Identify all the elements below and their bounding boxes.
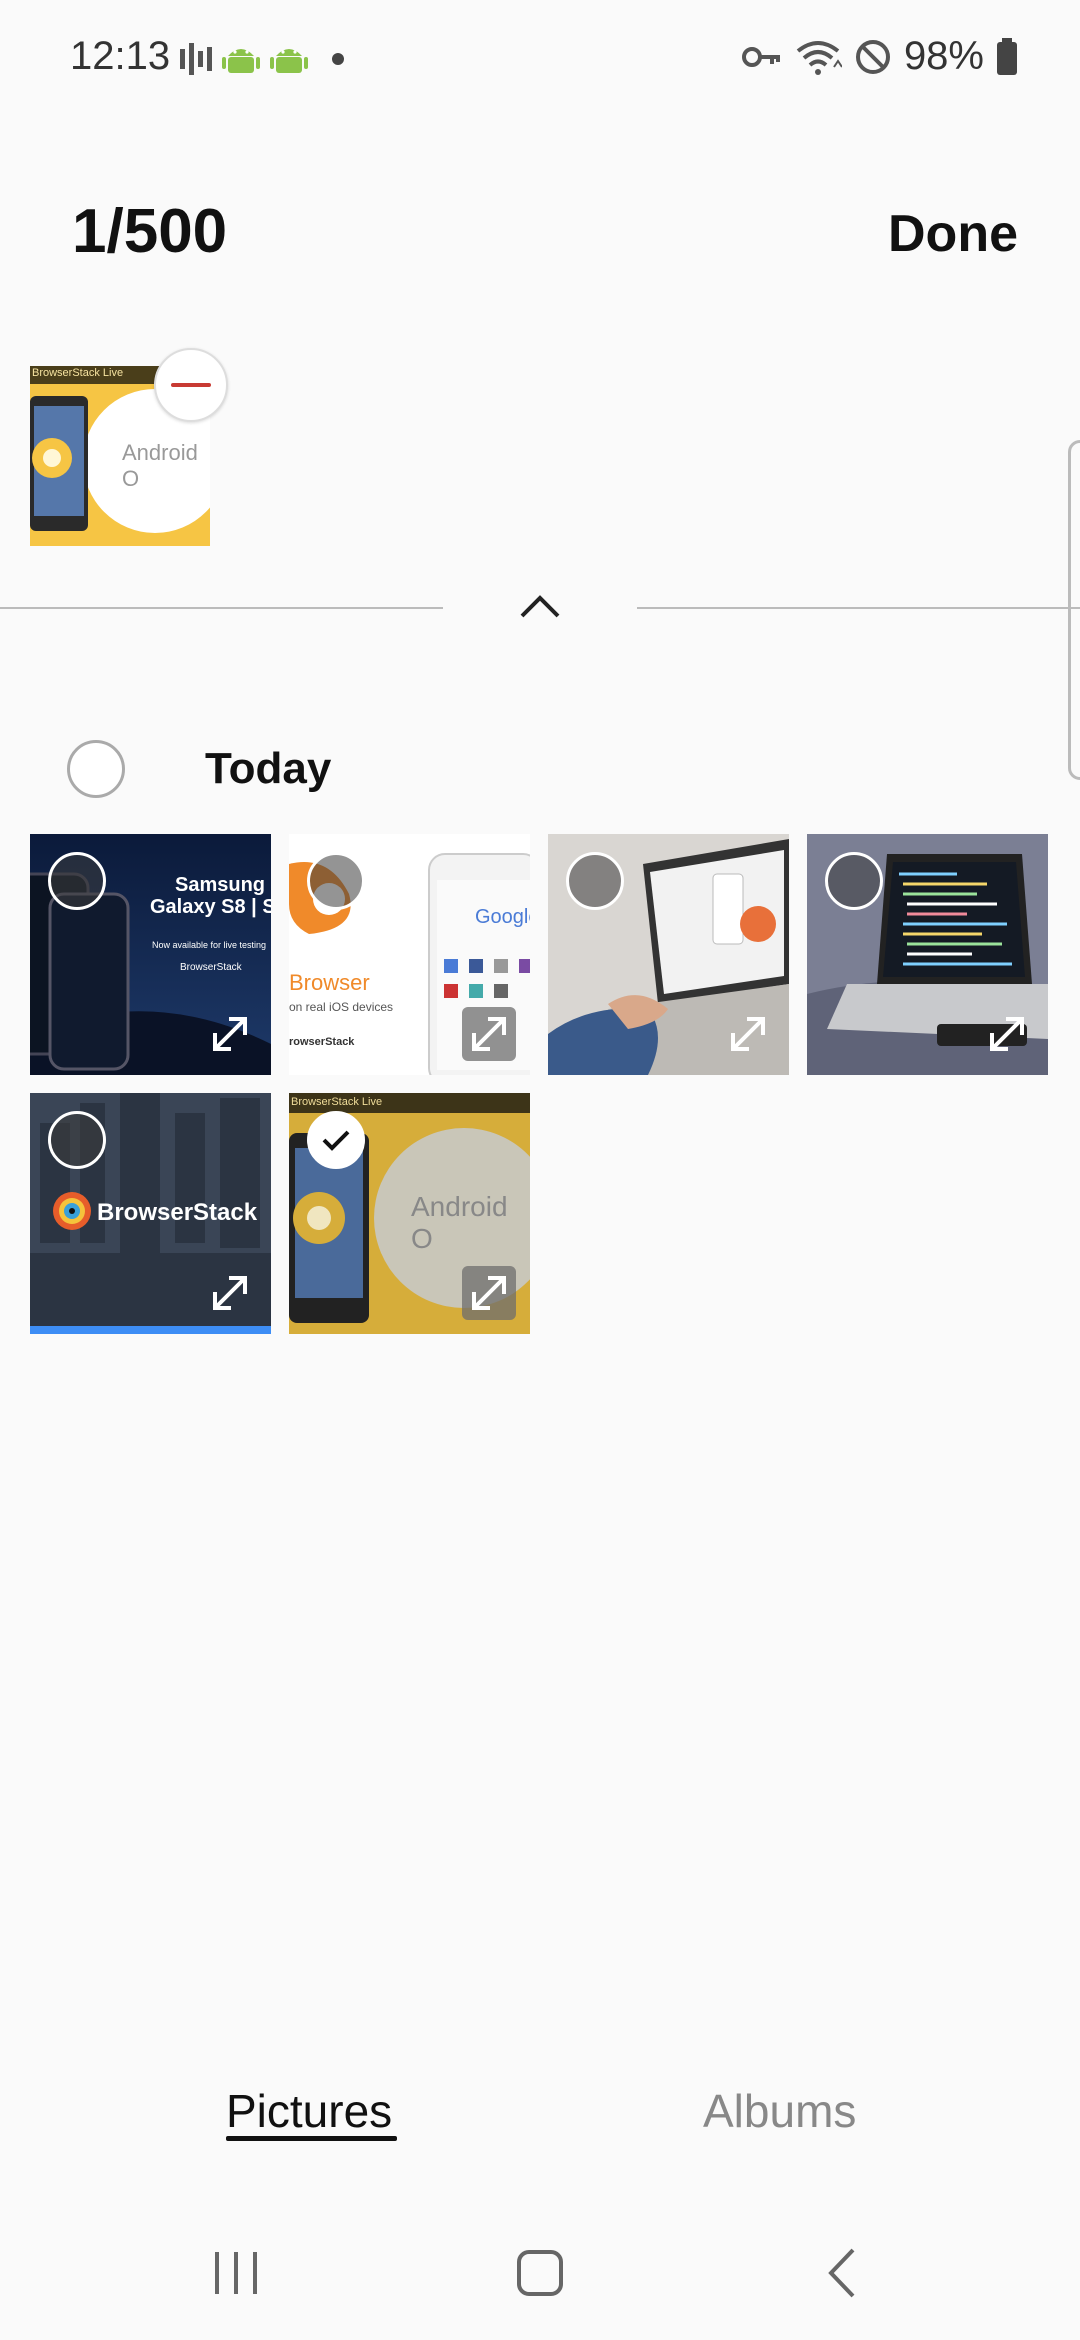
tile-brand: rowserStack [289, 1036, 355, 1048]
recent-apps-icon [215, 2252, 257, 2294]
selected-thumbnail-title: Android O [122, 440, 198, 491]
expand-icon[interactable] [203, 1007, 257, 1061]
bottom-tabs: Pictures Albums [0, 2070, 1080, 2170]
photo-select-checkbox-checked[interactable] [307, 1111, 365, 1169]
tile-line: Now available for live testing [152, 940, 267, 950]
tab-pictures[interactable]: Pictures [226, 2084, 392, 2138]
focus-indicator [30, 1326, 271, 1334]
expand-icon[interactable] [980, 1007, 1034, 1061]
selected-thumbnail-brand: BrowserStack Live [32, 367, 124, 379]
recent-apps-button[interactable] [196, 2238, 276, 2308]
photo-select-checkbox[interactable] [566, 852, 624, 910]
checkmark-icon [322, 1130, 350, 1151]
divider [637, 607, 1080, 609]
battery-icon [997, 37, 1017, 75]
photo-tile[interactable]: Samsung Galaxy S8 | S8 Now available for… [30, 834, 271, 1075]
back-icon [828, 2248, 855, 2298]
home-button[interactable] [500, 2238, 580, 2308]
chevron-up-icon [520, 594, 560, 617]
system-navigation-bar [0, 2200, 1080, 2340]
tile-subtitle: on real iOS devices [289, 1000, 394, 1014]
side-panel-handle[interactable] [1068, 440, 1080, 780]
minus-icon [171, 383, 211, 387]
tile-brand: BrowserStack [97, 1199, 258, 1226]
dot-icon [332, 53, 344, 65]
photo-tile[interactable] [548, 834, 789, 1075]
photo-select-checkbox[interactable] [307, 852, 365, 910]
status-system-icons: 98% [741, 34, 1018, 79]
home-icon [517, 2250, 563, 2296]
collapse-button[interactable] [510, 582, 570, 632]
photo-grid: Samsung Galaxy S8 | S8 Now available for… [30, 834, 1050, 1334]
tile-line: Galaxy S8 | S8 [150, 896, 271, 918]
photo-tile[interactable]: Google Browser on real iOS devices rowse… [289, 834, 530, 1075]
photo-select-checkbox[interactable] [48, 1111, 106, 1169]
tile-title: Browser [289, 970, 370, 995]
photo-select-checkbox[interactable] [825, 852, 883, 910]
photo-select-checkbox[interactable] [48, 852, 106, 910]
tile-brand: BrowserStack [180, 962, 242, 973]
tile-title: Android O [411, 1191, 508, 1254]
divider [0, 607, 443, 609]
android-icon [222, 49, 260, 73]
expand-icon[interactable] [462, 1266, 516, 1320]
selection-count: 1/500 [72, 197, 228, 266]
tile-brand: BrowserStack Live [291, 1096, 383, 1108]
tile-google-label: Google [475, 906, 530, 928]
photo-tile[interactable]: BrowserStack [30, 1093, 271, 1334]
remove-selection-button[interactable] [154, 348, 228, 422]
android-icon [270, 49, 308, 73]
wifi-icon [796, 40, 842, 75]
back-button[interactable] [803, 2238, 883, 2308]
status-bar: 12:13 98% [0, 0, 1080, 116]
status-notification-icons [178, 40, 348, 78]
active-tab-indicator [226, 2136, 397, 2141]
status-time: 12:13 [70, 34, 171, 78]
battery-percent: 98% [903, 34, 984, 78]
tab-albums[interactable]: Albums [703, 2084, 856, 2138]
done-button[interactable]: Done [888, 204, 1018, 264]
select-all-today-checkbox[interactable] [67, 740, 125, 798]
expand-icon[interactable] [462, 1007, 516, 1061]
photo-tile-selected[interactable]: BrowserStack Live Android O [289, 1093, 530, 1334]
expand-icon[interactable] [203, 1266, 257, 1320]
group-title: Today [205, 744, 332, 793]
tile-line: Samsung [175, 874, 266, 896]
voice-signal-icon [180, 43, 212, 75]
expand-icon[interactable] [721, 1007, 775, 1061]
vpn-key-icon [741, 46, 780, 67]
photo-tile[interactable] [807, 834, 1048, 1075]
do-not-disturb-icon [855, 39, 890, 74]
